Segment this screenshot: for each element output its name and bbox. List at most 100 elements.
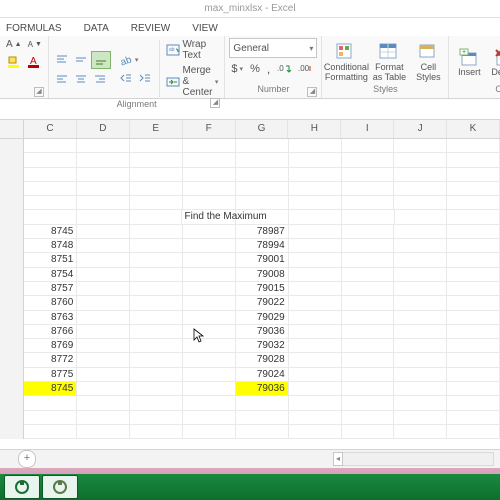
cell[interactable] xyxy=(394,239,447,253)
cell[interactable]: 8745 xyxy=(24,225,77,239)
cell[interactable] xyxy=(183,139,236,153)
grow-font-button[interactable]: A▲ xyxy=(4,38,24,51)
cell[interactable] xyxy=(342,353,395,367)
cell[interactable] xyxy=(342,296,395,310)
column-header-I[interactable]: I xyxy=(341,120,394,138)
row-header[interactable] xyxy=(0,210,24,224)
cell[interactable] xyxy=(289,411,342,425)
cell[interactable] xyxy=(447,311,500,325)
cell[interactable] xyxy=(77,153,130,167)
cell[interactable] xyxy=(77,339,130,353)
cell[interactable] xyxy=(394,196,447,210)
cell[interactable] xyxy=(183,311,236,325)
cell[interactable] xyxy=(394,325,447,339)
comma-format-button[interactable]: , xyxy=(265,61,272,77)
conditional-formatting-button[interactable]: Conditional Formatting xyxy=(326,40,366,82)
cell[interactable] xyxy=(183,382,236,396)
cell[interactable]: 8760 xyxy=(24,296,77,310)
cell[interactable]: 79036 xyxy=(236,325,289,339)
alignment-dialog-launcher[interactable]: ◢ xyxy=(210,98,220,108)
cell[interactable] xyxy=(24,168,77,182)
column-header-F[interactable]: F xyxy=(183,120,236,138)
shrink-font-button[interactable]: A▼ xyxy=(26,38,44,51)
select-all-corner[interactable] xyxy=(0,120,24,138)
cell[interactable] xyxy=(236,396,289,410)
cell[interactable] xyxy=(394,182,447,196)
cell[interactable] xyxy=(130,168,183,182)
wrap-text-button[interactable]: ab Wrap Text xyxy=(164,38,220,62)
column-header-J[interactable]: J xyxy=(394,120,447,138)
cell[interactable] xyxy=(342,196,395,210)
cell[interactable] xyxy=(183,339,236,353)
font-color-button[interactable]: A xyxy=(25,54,43,70)
align-middle-button[interactable] xyxy=(72,51,90,69)
cell[interactable] xyxy=(395,210,448,224)
cell[interactable] xyxy=(394,396,447,410)
cell[interactable]: 79029 xyxy=(236,311,289,325)
cell[interactable] xyxy=(289,382,342,396)
cell[interactable] xyxy=(447,139,500,153)
cell[interactable] xyxy=(130,368,183,382)
cell[interactable] xyxy=(447,368,500,382)
cell[interactable] xyxy=(130,311,183,325)
row-header[interactable] xyxy=(0,396,24,410)
cell[interactable] xyxy=(236,182,289,196)
cell[interactable] xyxy=(236,139,289,153)
align-left-button[interactable] xyxy=(53,71,71,87)
cell[interactable] xyxy=(447,268,500,282)
cell[interactable] xyxy=(342,225,395,239)
scroll-left-button[interactable]: ◂ xyxy=(333,452,343,466)
cell[interactable] xyxy=(289,268,342,282)
cell[interactable] xyxy=(342,411,395,425)
row-header[interactable] xyxy=(0,168,24,182)
decrease-decimal-button[interactable]: .00 xyxy=(296,61,314,77)
row-header[interactable] xyxy=(0,282,24,296)
cell[interactable] xyxy=(342,382,395,396)
cell[interactable] xyxy=(130,196,183,210)
cell[interactable] xyxy=(183,282,236,296)
cell[interactable] xyxy=(24,196,77,210)
cell[interactable] xyxy=(236,210,289,224)
cell[interactable]: 78987 xyxy=(236,225,289,239)
cell[interactable] xyxy=(77,411,130,425)
cell[interactable] xyxy=(394,168,447,182)
cell[interactable] xyxy=(183,411,236,425)
cell[interactable] xyxy=(77,353,130,367)
cell[interactable] xyxy=(77,268,130,282)
cell[interactable] xyxy=(447,168,500,182)
cell[interactable] xyxy=(394,253,447,267)
cell[interactable] xyxy=(342,168,395,182)
row-header[interactable] xyxy=(0,325,24,339)
cell[interactable] xyxy=(183,168,236,182)
number-format-combo[interactable]: General ▾ xyxy=(229,38,317,58)
cell[interactable] xyxy=(342,311,395,325)
cell[interactable] xyxy=(77,225,130,239)
cell[interactable] xyxy=(342,139,395,153)
cell[interactable] xyxy=(77,396,130,410)
cell[interactable]: 8775 xyxy=(24,368,77,382)
cell[interactable]: 8748 xyxy=(24,239,77,253)
cell[interactable]: 8745 xyxy=(24,382,77,396)
fill-color-button[interactable] xyxy=(5,54,23,70)
cell[interactable] xyxy=(130,239,183,253)
cell[interactable] xyxy=(236,196,289,210)
orientation-button[interactable]: ab▾ xyxy=(117,52,154,68)
cell[interactable] xyxy=(236,411,289,425)
cell[interactable] xyxy=(447,339,500,353)
row-header[interactable] xyxy=(0,425,24,439)
cell[interactable] xyxy=(130,268,183,282)
row-header[interactable] xyxy=(0,296,24,310)
taskbar-app-2[interactable] xyxy=(42,475,78,499)
cell[interactable] xyxy=(24,182,77,196)
cell[interactable] xyxy=(447,225,500,239)
align-top-button[interactable] xyxy=(53,51,71,69)
column-header-G[interactable]: G xyxy=(236,120,289,138)
row-header[interactable] xyxy=(0,368,24,382)
format-as-table-button[interactable]: Format as Table xyxy=(369,40,409,82)
tab-data[interactable]: DATA xyxy=(82,21,111,36)
decrease-indent-button[interactable] xyxy=(117,70,135,86)
cell[interactable] xyxy=(130,353,183,367)
cell[interactable] xyxy=(447,382,500,396)
cell[interactable]: 79036 xyxy=(236,382,289,396)
cell[interactable] xyxy=(289,368,342,382)
